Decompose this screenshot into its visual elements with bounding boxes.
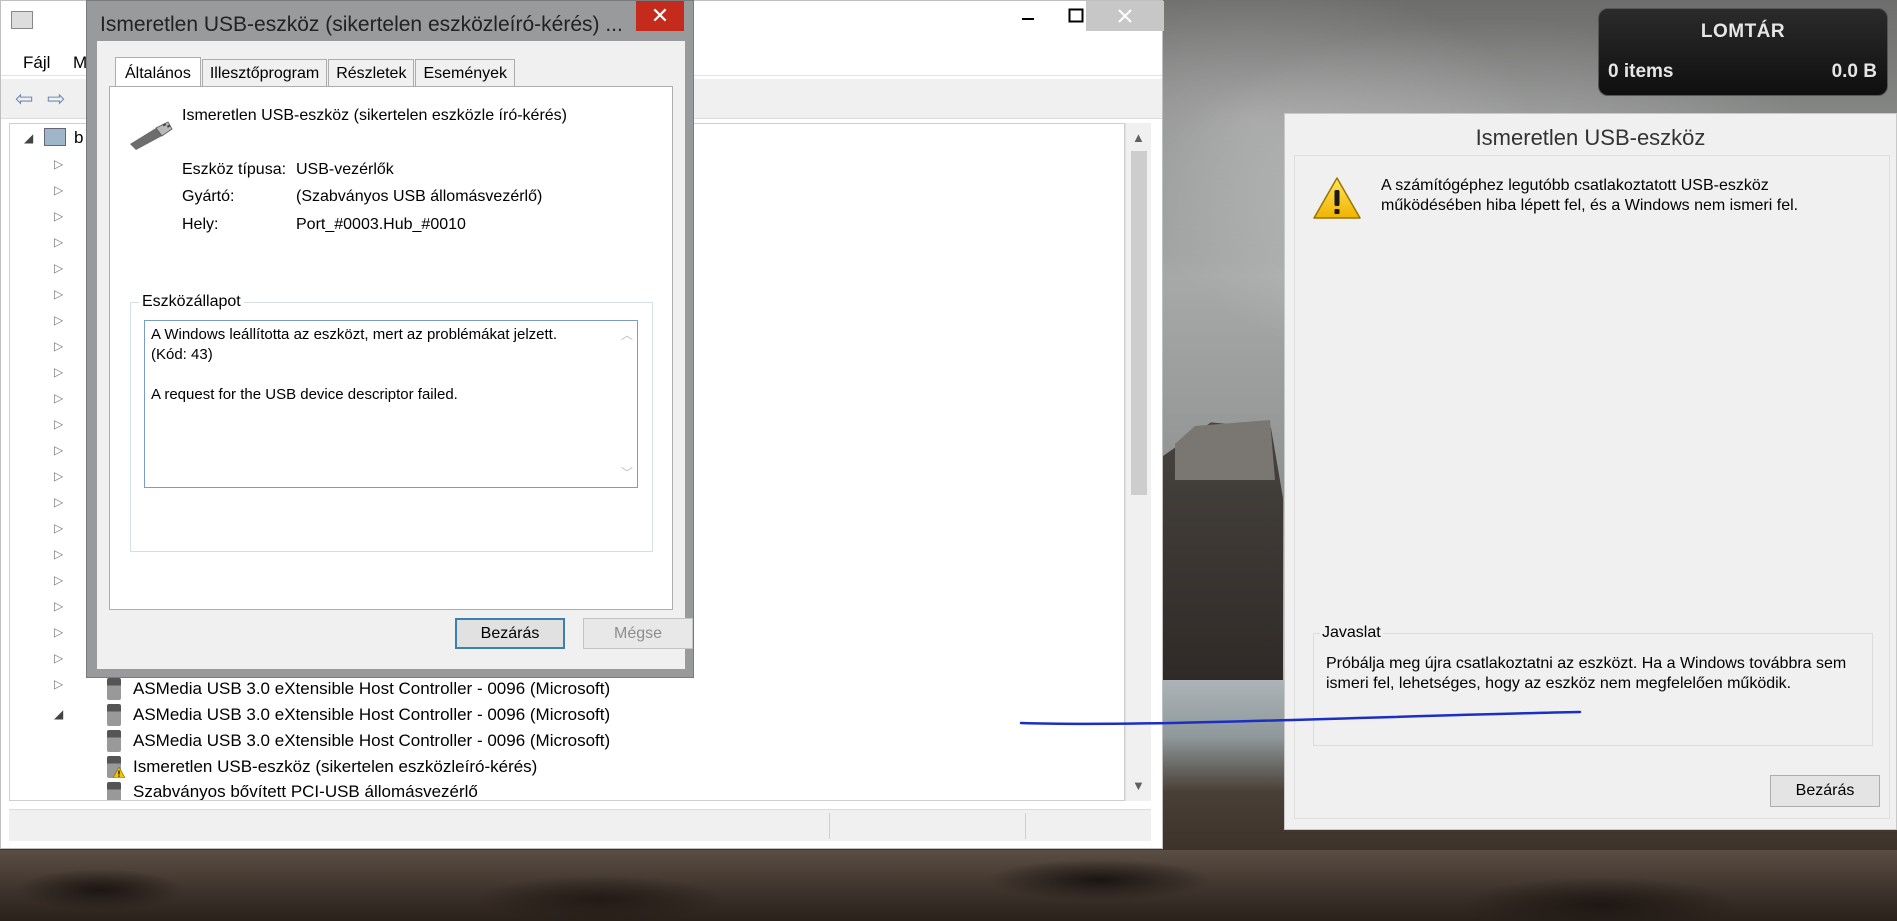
tree-item-label: Szabványos bővített PCI-USB állomásvezér… (133, 782, 478, 800)
tree-scrollbar[interactable]: ▲ ▼ (1125, 123, 1151, 801)
tree-expand-icon[interactable]: ▷ (54, 443, 63, 457)
tree-expand-icon[interactable]: ▷ (54, 261, 63, 275)
tree-expand-icon[interactable]: ▷ (54, 599, 63, 613)
desktop-wallpaper-ship-deck (1175, 420, 1275, 480)
device-properties-dialog: Ismeretlen USB-eszköz (sikertelen eszköz… (86, 0, 694, 678)
notification-message: A számítógéphez legutóbb csatlakoztatott… (1381, 177, 1799, 214)
tree-item[interactable]: ASMedia USB 3.0 eXtensible Host Controll… (107, 704, 610, 726)
usb-device-icon (130, 121, 173, 150)
device-manager-app-icon (11, 11, 33, 29)
tree-expand-icon[interactable]: ▷ (54, 677, 63, 691)
back-arrow-icon[interactable]: ⇦ (15, 88, 41, 110)
recycle-bin-items: 0 items (1608, 61, 1674, 82)
recycle-bin-size: 0.0 B (1831, 61, 1877, 82)
scroll-up-icon[interactable]: ▲ (1132, 130, 1145, 145)
tab-strip: Általános Illesztőprogram Részletek Esem… (115, 56, 516, 90)
dialog-close-button[interactable]: ✕ (636, 1, 684, 31)
usb-plug-icon (107, 678, 121, 700)
device-name: Ismeretlen USB-eszköz (sikertelen eszköz… (182, 107, 568, 124)
tree-expand-icon[interactable]: ▷ (54, 313, 63, 327)
warning-triangle-icon (1313, 177, 1361, 219)
tree-collapse-icon[interactable]: ◢ (54, 707, 63, 721)
close-dialog-button[interactable]: Bezárás (455, 618, 565, 649)
usb-plug-icon (107, 730, 121, 752)
tree-expand-icon[interactable]: ▷ (54, 339, 63, 353)
tree-expand-icon[interactable]: ▷ (54, 547, 63, 561)
tree-expand-icon[interactable]: ▷ (54, 391, 63, 405)
tree-item-label: ASMedia USB 3.0 eXtensible Host Controll… (133, 731, 611, 750)
suggestion-text: Próbálja meg újra csatlakoztatni az eszk… (1326, 655, 1847, 692)
tab-details[interactable]: Részletek (328, 59, 415, 89)
cancel-button[interactable]: Mégse (583, 618, 693, 649)
minimize-button[interactable] (1004, 1, 1052, 31)
tree-item[interactable]: ASMedia USB 3.0 eXtensible Host Controll… (107, 678, 610, 700)
notification-close-button[interactable]: Bezárás (1770, 775, 1880, 807)
warning-usb-icon (107, 756, 125, 778)
status-line: (Kód: 43) (151, 346, 213, 363)
device-status-title: Eszközállapot (139, 293, 244, 311)
tree-item-label: ASMedia USB 3.0 eXtensible Host Controll… (133, 679, 611, 698)
dialog-title: Ismeretlen USB-eszköz (sikertelen eszköz… (100, 13, 623, 36)
usb-notification-dialog: Ismeretlen USB-eszköz A számítógéphez le… (1284, 113, 1897, 830)
tree-expand-icon[interactable]: ▷ (54, 495, 63, 509)
warning-triangle-icon (113, 767, 125, 778)
device-type-value: USB-vezérlők (296, 161, 394, 178)
tree-expand-icon[interactable]: ▷ (54, 521, 63, 535)
dialog-body: Általános Illesztőprogram Részletek Esem… (97, 41, 693, 669)
close-icon (1118, 9, 1132, 23)
tree-expand-icon[interactable]: ▷ (54, 651, 63, 665)
tree-item-unknown-usb[interactable]: Ismeretlen USB-eszköz (sikertelen eszköz… (107, 756, 537, 778)
chevron-down-icon[interactable]: ﹀ (621, 463, 633, 483)
tree-item[interactable]: ASMedia USB 3.0 eXtensible Host Controll… (107, 730, 610, 752)
tree-item-label: ASMedia USB 3.0 eXtensible Host Controll… (133, 705, 611, 724)
manufacturer-label: Gyártó: (182, 188, 235, 205)
device-status-textbox[interactable]: A Windows leállította az eszközt, mert a… (144, 320, 638, 488)
notification-body: A számítógéphez legutóbb csatlakoztatott… (1294, 155, 1890, 819)
tree-item-label: Ismeretlen USB-eszköz (sikertelen eszköz… (133, 757, 538, 776)
tree-root-collapse-icon[interactable]: ◢ (24, 131, 33, 145)
scroll-down-icon[interactable]: ▼ (1132, 778, 1145, 793)
status-bar (9, 809, 1151, 841)
maximize-icon (1068, 8, 1084, 23)
close-button[interactable] (1086, 1, 1164, 31)
tree-expand-icon[interactable]: ▷ (54, 365, 63, 379)
manufacturer-value: (Szabványos USB állomásvezérlő) (296, 188, 543, 205)
chevron-up-icon[interactable]: ︿ (621, 325, 633, 345)
notification-title: Ismeretlen USB-eszköz (1475, 125, 1706, 150)
recycle-bin-title: LOMTÁR (1700, 21, 1786, 42)
tab-events[interactable]: Események (415, 59, 516, 89)
forward-arrow-icon[interactable]: ⇨ (47, 88, 73, 110)
tree-expand-icon[interactable]: ▷ (54, 625, 63, 639)
suggestion-group: Javaslat Próbálja meg újra csatlakoztatn… (1313, 624, 1873, 746)
usb-plug-icon (107, 704, 121, 726)
location-label: Hely: (182, 216, 219, 233)
tree-expand-icon[interactable]: ▷ (54, 157, 63, 171)
tree-root-label[interactable]: b (74, 128, 83, 148)
tree-expand-icon[interactable]: ▷ (54, 209, 63, 223)
tree-expand-icon[interactable]: ▷ (54, 417, 63, 431)
suggestion-title: Javaslat (1320, 624, 1383, 642)
minimize-icon (1022, 18, 1034, 20)
tree-expand-icon[interactable]: ▷ (54, 287, 63, 301)
menu-file[interactable]: Fájl (23, 53, 50, 73)
tree-item[interactable]: Szabványos bővített PCI-USB állomásvezér… (107, 782, 478, 800)
close-icon: ✕ (650, 3, 670, 28)
desktop-wallpaper-rocks (0, 850, 1897, 921)
device-status-group: Eszközállapot A Windows leállította az e… (130, 293, 653, 552)
tree-expand-icon[interactable]: ▷ (54, 573, 63, 587)
tab-driver[interactable]: Illesztőprogram (201, 59, 328, 89)
tree-expand-icon[interactable]: ▷ (54, 469, 63, 483)
computer-icon (44, 128, 66, 146)
tree-expand-icon[interactable]: ▷ (54, 183, 63, 197)
status-line: A Windows leállította az eszközt, mert a… (151, 326, 558, 343)
status-line: A request for the USB device descriptor … (151, 386, 458, 403)
tab-panel-general: Ismeretlen USB-eszköz (sikertelen eszköz… (109, 86, 673, 610)
tree-expand-icon[interactable]: ▷ (54, 235, 63, 249)
usb-plug-icon (107, 782, 121, 800)
scrollbar-thumb[interactable] (1131, 151, 1147, 495)
device-type-label: Eszköz típusa: (182, 161, 287, 178)
textbox-scrollbar[interactable]: ︿ ﹀ (617, 321, 637, 487)
location-value: Port_#0003.Hub_#0010 (296, 216, 466, 233)
recycle-bin-gadget[interactable]: LOMTÁR 0 items 0.0 B (1598, 8, 1888, 96)
